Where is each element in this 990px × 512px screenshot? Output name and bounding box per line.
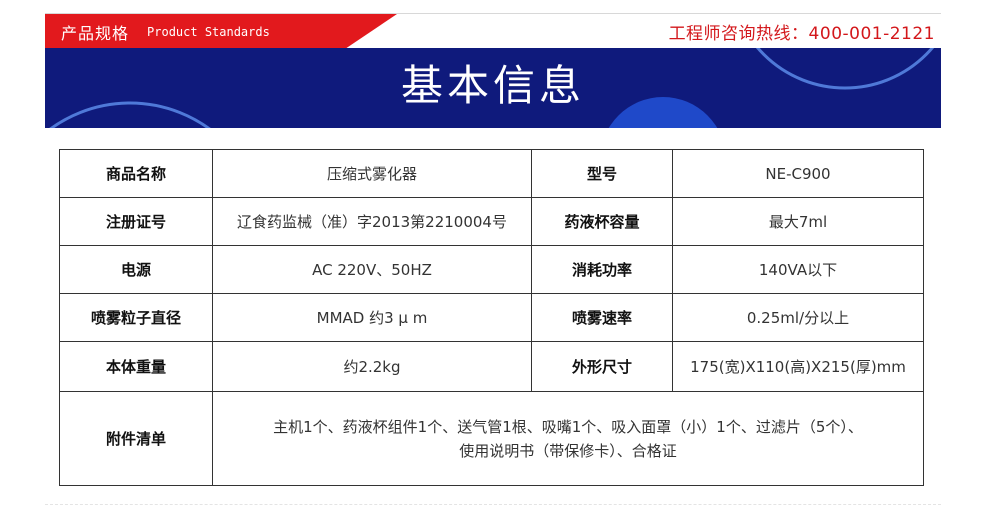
spec-key: 本体重量 [59,341,213,392]
spec-value: 175(宽)X110(高)X215(厚)mm [672,341,924,392]
spec-row: 本体重量 约2.2kg 外形尺寸 175(宽)X110(高)X215(厚)mm [59,341,924,392]
spec-value: 140VA以下 [672,245,924,294]
spec-value: 约2.2kg [212,341,532,392]
spec-value: NE-C900 [672,149,924,198]
bottom-divider [45,504,941,505]
section-label-cn: 产品规格 [61,23,130,43]
accessories-value: 主机1个、药液杯组件1个、送气管1根、吸嘴1个、吸入面罩（小）1个、过滤片（5个… [212,391,924,486]
section-tag-tail [345,14,397,49]
spec-key: 喷雾速率 [531,293,673,342]
accessories-line-1: 主机1个、药液杯组件1个、送气管1根、吸嘴1个、吸入面罩（小）1个、过滤片（5个… [273,417,863,436]
spec-row: 注册证号 辽食药监械（准）字2013第2210004号 药液杯容量 最大7ml [59,197,924,246]
spec-key: 外形尺寸 [531,341,673,392]
spec-key: 型号 [531,149,673,198]
spec-key: 电源 [59,245,213,294]
hotline-text: 工程师咨询热线：400-001-2121 [668,24,935,44]
spec-table: 商品名称 压缩式雾化器 型号 NE-C900 注册证号 辽食药监械（准）字201… [59,149,924,486]
accessories-label: 附件清单 [59,391,213,486]
spec-key: 药液杯容量 [531,197,673,246]
spec-row: 电源 AC 220V、50HZ 消耗功率 140VA以下 [59,245,924,294]
spec-value: 0.25ml/分以上 [672,293,924,342]
spec-row: 喷雾粒子直径 MMAD 约3 μ m 喷雾速率 0.25ml/分以上 [59,293,924,342]
spec-value: MMAD 约3 μ m [212,293,532,342]
accessories-line-2: 使用说明书（带保修卡）、合格证 [459,441,677,460]
section-tag: 产品规格 Product Standards [45,14,345,49]
spec-value: 最大7ml [672,197,924,246]
title-banner: 基本信息 [45,48,941,128]
spec-value: AC 220V、50HZ [212,245,532,294]
spec-key: 消耗功率 [531,245,673,294]
spec-key: 注册证号 [59,197,213,246]
spec-value: 辽食药监械（准）字2013第2210004号 [212,197,532,246]
section-header-bar: 产品规格 Product Standards 工程师咨询热线：400-001-2… [45,13,941,49]
banner-title: 基本信息 [400,61,585,110]
spec-value: 压缩式雾化器 [212,149,532,198]
spec-row: 商品名称 压缩式雾化器 型号 NE-C900 [59,149,924,198]
accessories-row: 附件清单 主机1个、药液杯组件1个、送气管1根、吸嘴1个、吸入面罩（小）1个、过… [59,391,924,486]
spec-key: 喷雾粒子直径 [59,293,213,342]
section-label-en: Product Standards [147,24,270,39]
spec-key: 商品名称 [59,149,213,198]
